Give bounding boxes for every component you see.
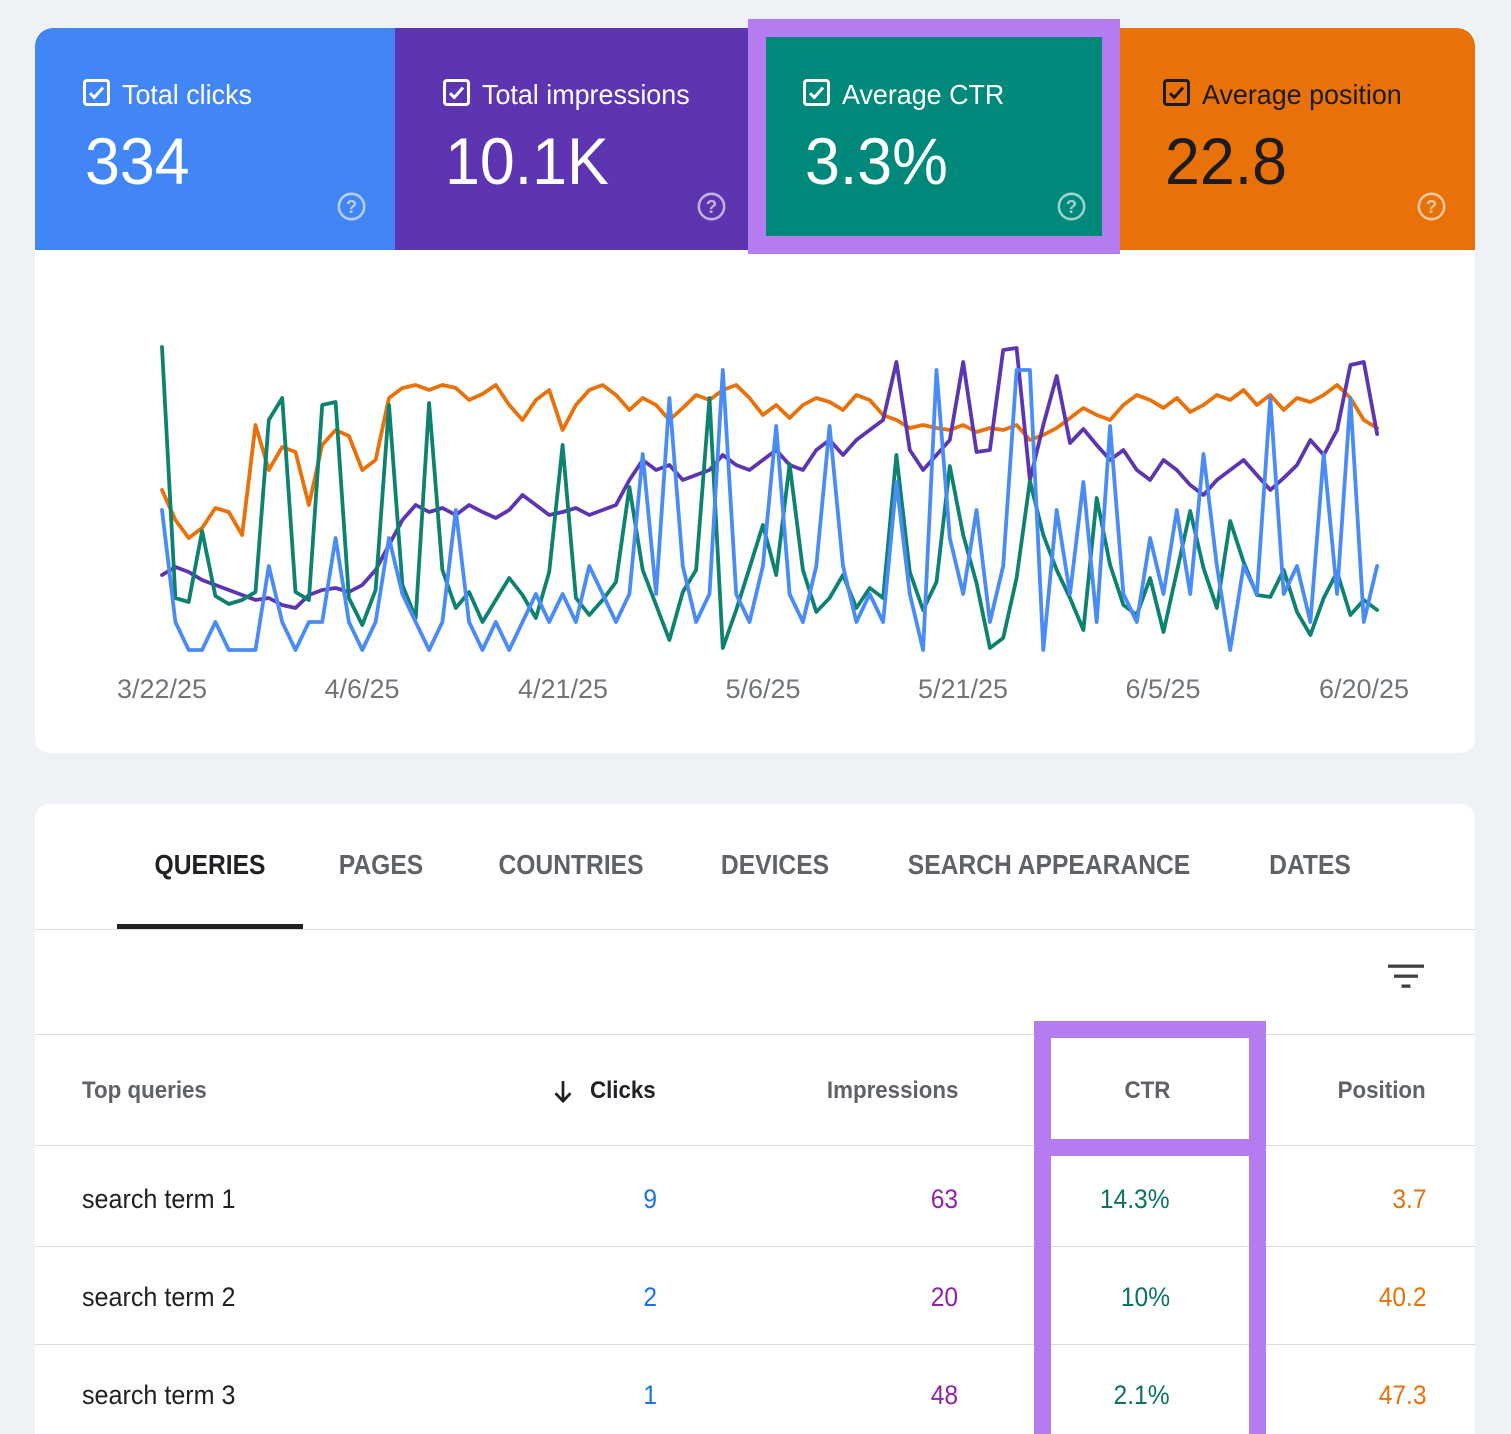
svg-text:3/22/25: 3/22/25 xyxy=(117,674,207,704)
svg-text:5/21/25: 5/21/25 xyxy=(918,674,1008,704)
svg-text:4/6/25: 4/6/25 xyxy=(324,674,399,704)
svg-text:6/20/25: 6/20/25 xyxy=(1319,674,1409,704)
svg-text:6/5/25: 6/5/25 xyxy=(1125,674,1200,704)
svg-text:?: ? xyxy=(706,196,717,217)
svg-text:?: ? xyxy=(346,196,357,217)
svg-text:4/21/25: 4/21/25 xyxy=(518,674,608,704)
svg-text:5/6/25: 5/6/25 xyxy=(725,674,800,704)
svg-text:?: ? xyxy=(1426,196,1437,217)
